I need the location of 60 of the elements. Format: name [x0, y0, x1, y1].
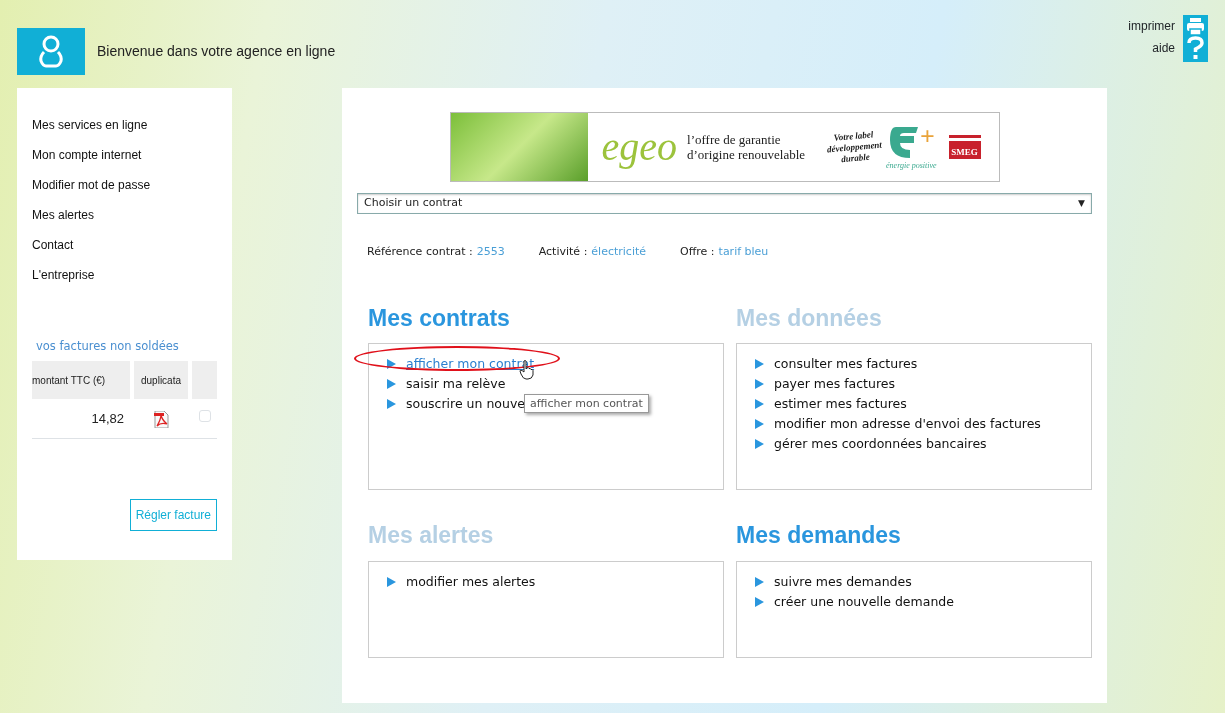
plus-mark: + — [919, 122, 935, 151]
pdf-icon[interactable] — [153, 409, 169, 428]
section-heading: Mes demandes — [736, 521, 902, 550]
column-header: montant TTC (€) — [32, 361, 130, 400]
info-value: 2553 — [476, 244, 505, 260]
section-link[interactable]: souscrire un nouve — [406, 394, 525, 414]
bullet-icon — [387, 399, 396, 409]
bullet-icon — [755, 576, 764, 587]
sidebar-menu-item[interactable]: L'entreprise — [32, 260, 217, 290]
bullet-icon — [755, 596, 764, 607]
tooltip: afficher mon contrat — [524, 394, 649, 413]
badge-text: énergie positive — [886, 162, 937, 170]
bullet-icon — [387, 379, 396, 389]
bullet-icon — [755, 399, 764, 409]
bullet-icon — [755, 439, 764, 449]
bullet-icon — [387, 359, 396, 369]
bullet-icon — [755, 419, 764, 429]
tagline-text: d’origine renouvelable — [687, 147, 806, 162]
section-link[interactable]: gérer mes coordonnées bancaires — [774, 434, 987, 454]
printer-icon[interactable] — [1187, 17, 1204, 36]
invoice-checkbox[interactable] — [198, 409, 211, 422]
company-logo: SMEG — [948, 135, 981, 159]
bullet-icon — [755, 379, 764, 389]
section-link[interactable]: suivre mes demandes — [774, 571, 912, 592]
user-icon — [17, 28, 85, 75]
label-text: Votre label — [833, 128, 874, 143]
section-link[interactable]: consulter mes factures — [774, 354, 918, 374]
bullet-icon — [387, 576, 396, 587]
help-icon[interactable] — [1187, 35, 1204, 60]
sidebar-menu-item[interactable]: Modifier mot de passe — [32, 170, 217, 200]
info-label: Activité : — [538, 244, 588, 260]
sidebar-menu-item[interactable]: Mon compte internet — [32, 140, 217, 170]
section-heading: Mes contrats — [368, 303, 511, 333]
bullet-icon — [755, 359, 764, 369]
brand-text: egeo — [601, 127, 677, 167]
section-link[interactable]: estimer mes factures — [774, 394, 907, 414]
column-header: duplicata — [134, 361, 188, 400]
info-label: Offre : — [680, 244, 715, 260]
print-link[interactable]: imprimer — [1128, 15, 1175, 37]
caret-icon: ▼ — [1078, 196, 1085, 211]
section-link[interactable]: saisir ma relève — [406, 374, 506, 394]
contract-select[interactable]: Choisir un contrat ▼ — [357, 193, 1092, 214]
section-link[interactable]: modifier mon adresse d'envoi des factures — [774, 414, 1041, 434]
amount-cell-text: 14,82 — [90, 410, 125, 428]
section-link[interactable]: créer une nouvelle demande — [774, 591, 954, 612]
welcome-text: Bienvenue dans votre agence en ligne — [97, 42, 336, 61]
info-label: Référence contrat : — [367, 244, 473, 260]
tagline-text: l’offre de garantie — [687, 132, 782, 147]
help-link[interactable]: aide — [1128, 37, 1175, 59]
label-text: durable — [840, 151, 871, 166]
info-value: tarif bleu — [718, 244, 769, 260]
sidebar-menu-item[interactable]: Mes alertes — [32, 200, 217, 230]
invoices-title: vos factures non soldées — [36, 338, 180, 355]
section-link[interactable]: modifier mes alertes — [406, 571, 536, 592]
sidebar-menu-item[interactable]: Contact — [32, 230, 217, 260]
sidebar-menu-item[interactable]: Mes services en ligne — [32, 110, 217, 140]
section-link[interactable]: payer mes factures — [774, 374, 895, 394]
info-value: électricité — [591, 244, 647, 260]
section-heading: Mes données — [736, 303, 883, 333]
section-heading: Mes alertes — [368, 521, 495, 550]
